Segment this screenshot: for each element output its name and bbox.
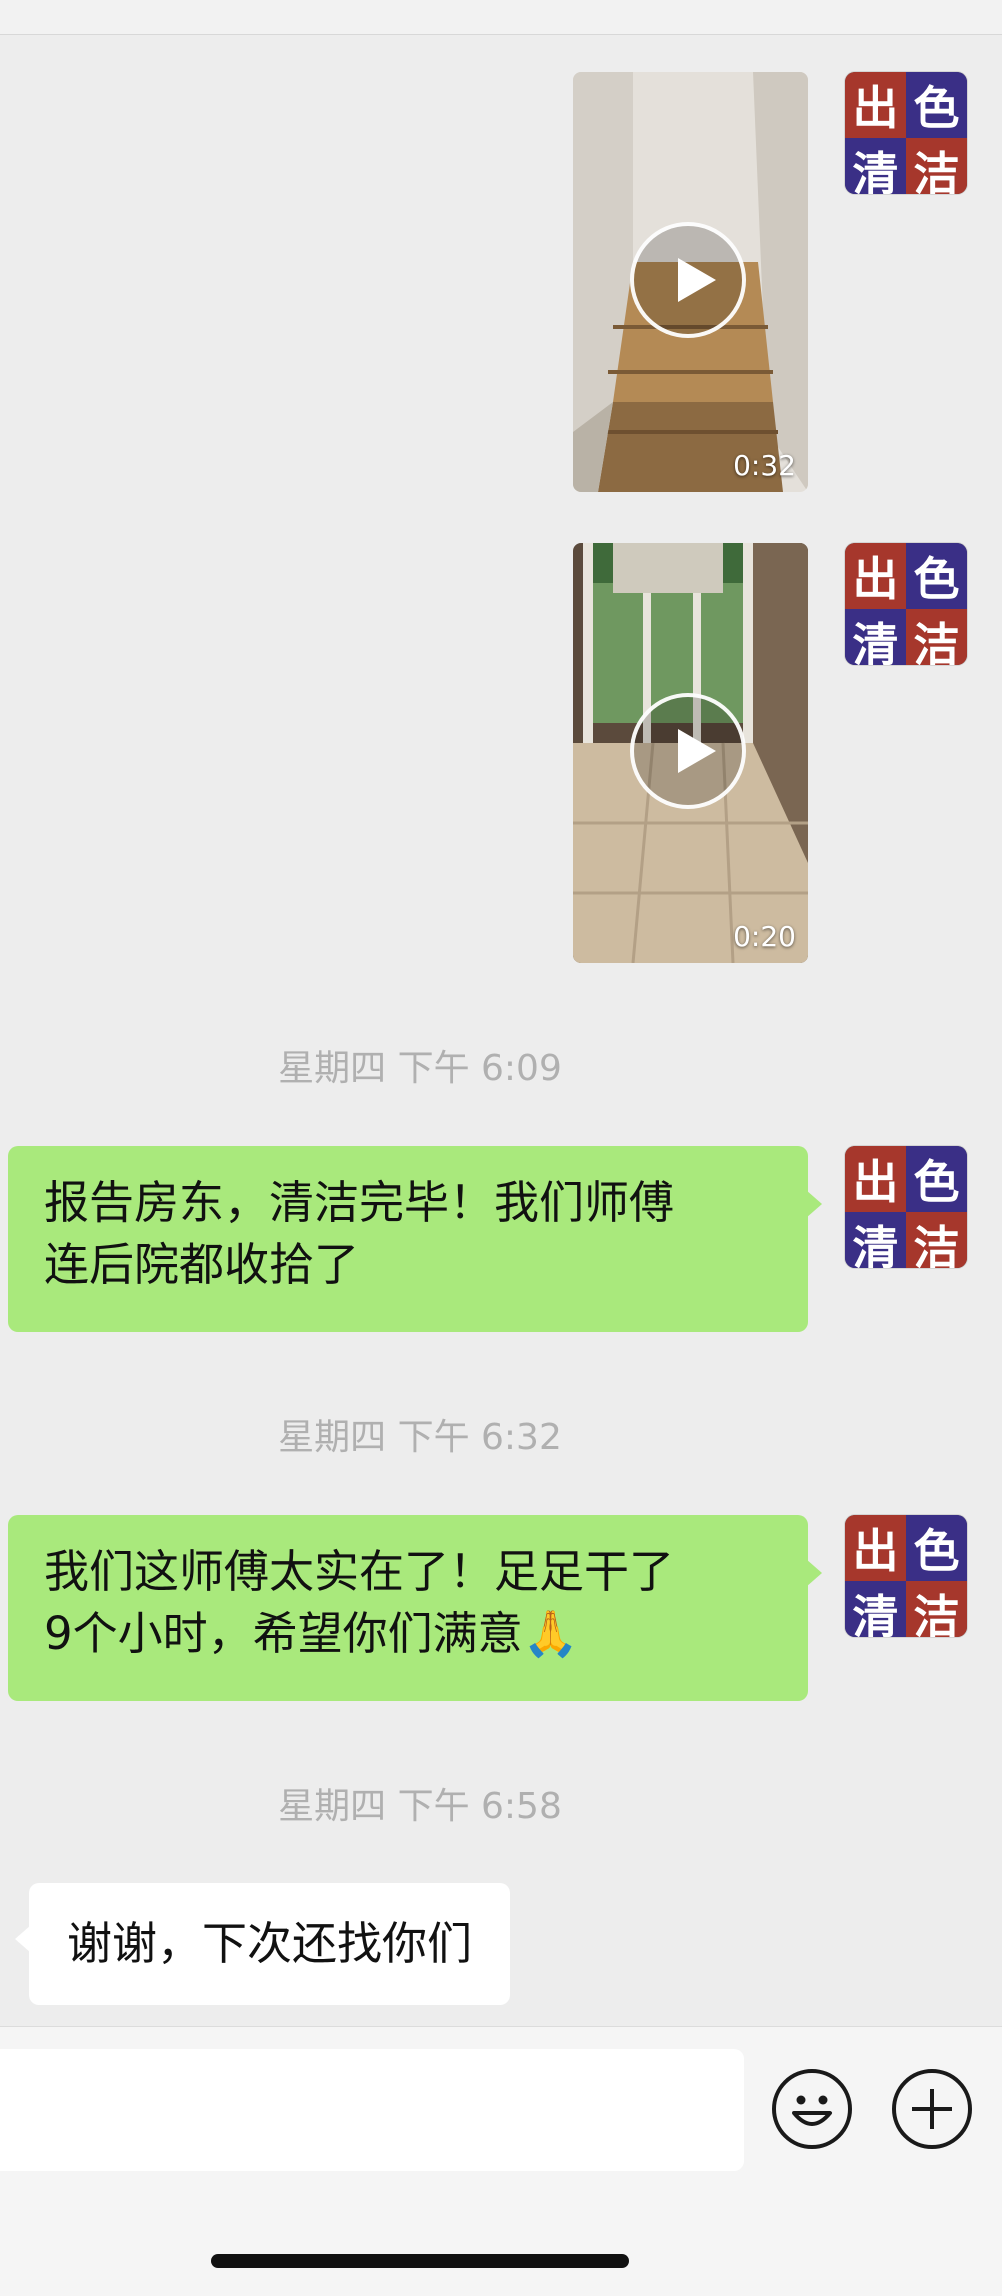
avatar-char: 清 <box>845 609 906 665</box>
message-input[interactable] <box>0 2049 744 2171</box>
play-icon[interactable] <box>630 222 746 338</box>
video-message[interactable]: 0:32 <box>573 72 808 492</box>
message-line: 报告房东，清洁完毕！我们师傅 <box>44 1176 675 1229</box>
avatar[interactable]: 出 色 清 洁 <box>845 1146 967 1268</box>
avatar[interactable]: 出 色 清 洁 <box>845 1515 967 1637</box>
play-icon[interactable] <box>630 693 746 809</box>
chat-area[interactable]: 0:32 出 色 清 洁 0:20 出 色 清 洁 星期四 下午 6:09 报告… <box>0 35 1002 2025</box>
avatar-char: 色 <box>906 1146 967 1212</box>
avatar[interactable]: 出 色 清 洁 <box>845 72 967 194</box>
video-message[interactable]: 0:20 <box>573 543 808 963</box>
avatar-char: 色 <box>906 1515 967 1581</box>
message-line: 连后院都收拾了 <box>44 1238 360 1291</box>
timestamp: 星期四 下午 6:09 <box>278 1048 562 1089</box>
top-bar <box>0 0 1002 35</box>
avatar-char: 洁 <box>906 138 967 194</box>
message-bubble-outgoing[interactable]: 我们这师傅太实在了！足足干了 9个小时，希望你们满意🙏 <box>8 1515 822 1701</box>
video-duration: 0:20 <box>733 920 796 953</box>
plus-glyph <box>912 2089 952 2129</box>
avatar-char: 洁 <box>906 1212 967 1268</box>
avatar-char: 出 <box>845 1515 906 1581</box>
emoji-face-glyph <box>792 2095 832 2126</box>
avatar-char: 清 <box>845 1581 906 1637</box>
avatar-char: 色 <box>906 72 967 138</box>
avatar-char: 清 <box>845 1212 906 1268</box>
timestamp: 星期四 下午 6:58 <box>278 1786 562 1827</box>
timestamp: 星期四 下午 6:32 <box>278 1417 562 1458</box>
home-indicator[interactable] <box>211 2254 629 2268</box>
video-duration: 0:32 <box>733 449 796 482</box>
avatar-char: 洁 <box>906 609 967 665</box>
avatar-char: 出 <box>845 1146 906 1212</box>
avatar-char: 出 <box>845 72 906 138</box>
avatar-char: 清 <box>845 138 906 194</box>
plus-icon[interactable] <box>892 2069 972 2149</box>
message-bubble-outgoing[interactable]: 报告房东，清洁完毕！我们师傅 连后院都收拾了 <box>8 1146 822 1332</box>
message-line: 谢谢，下次还找你们 <box>67 1917 473 1970</box>
avatar[interactable]: 出 色 清 洁 <box>845 543 967 665</box>
avatar-char: 出 <box>845 543 906 609</box>
avatar-char: 色 <box>906 543 967 609</box>
message-line: 9个小时，希望你们满意🙏 <box>44 1607 579 1660</box>
message-line: 我们这师傅太实在了！足足干了 <box>44 1545 675 1598</box>
message-bubble-incoming[interactable]: 谢谢，下次还找你们 <box>14 1883 511 2005</box>
avatar-char: 洁 <box>906 1581 967 1637</box>
emoji-icon[interactable] <box>772 2069 852 2149</box>
